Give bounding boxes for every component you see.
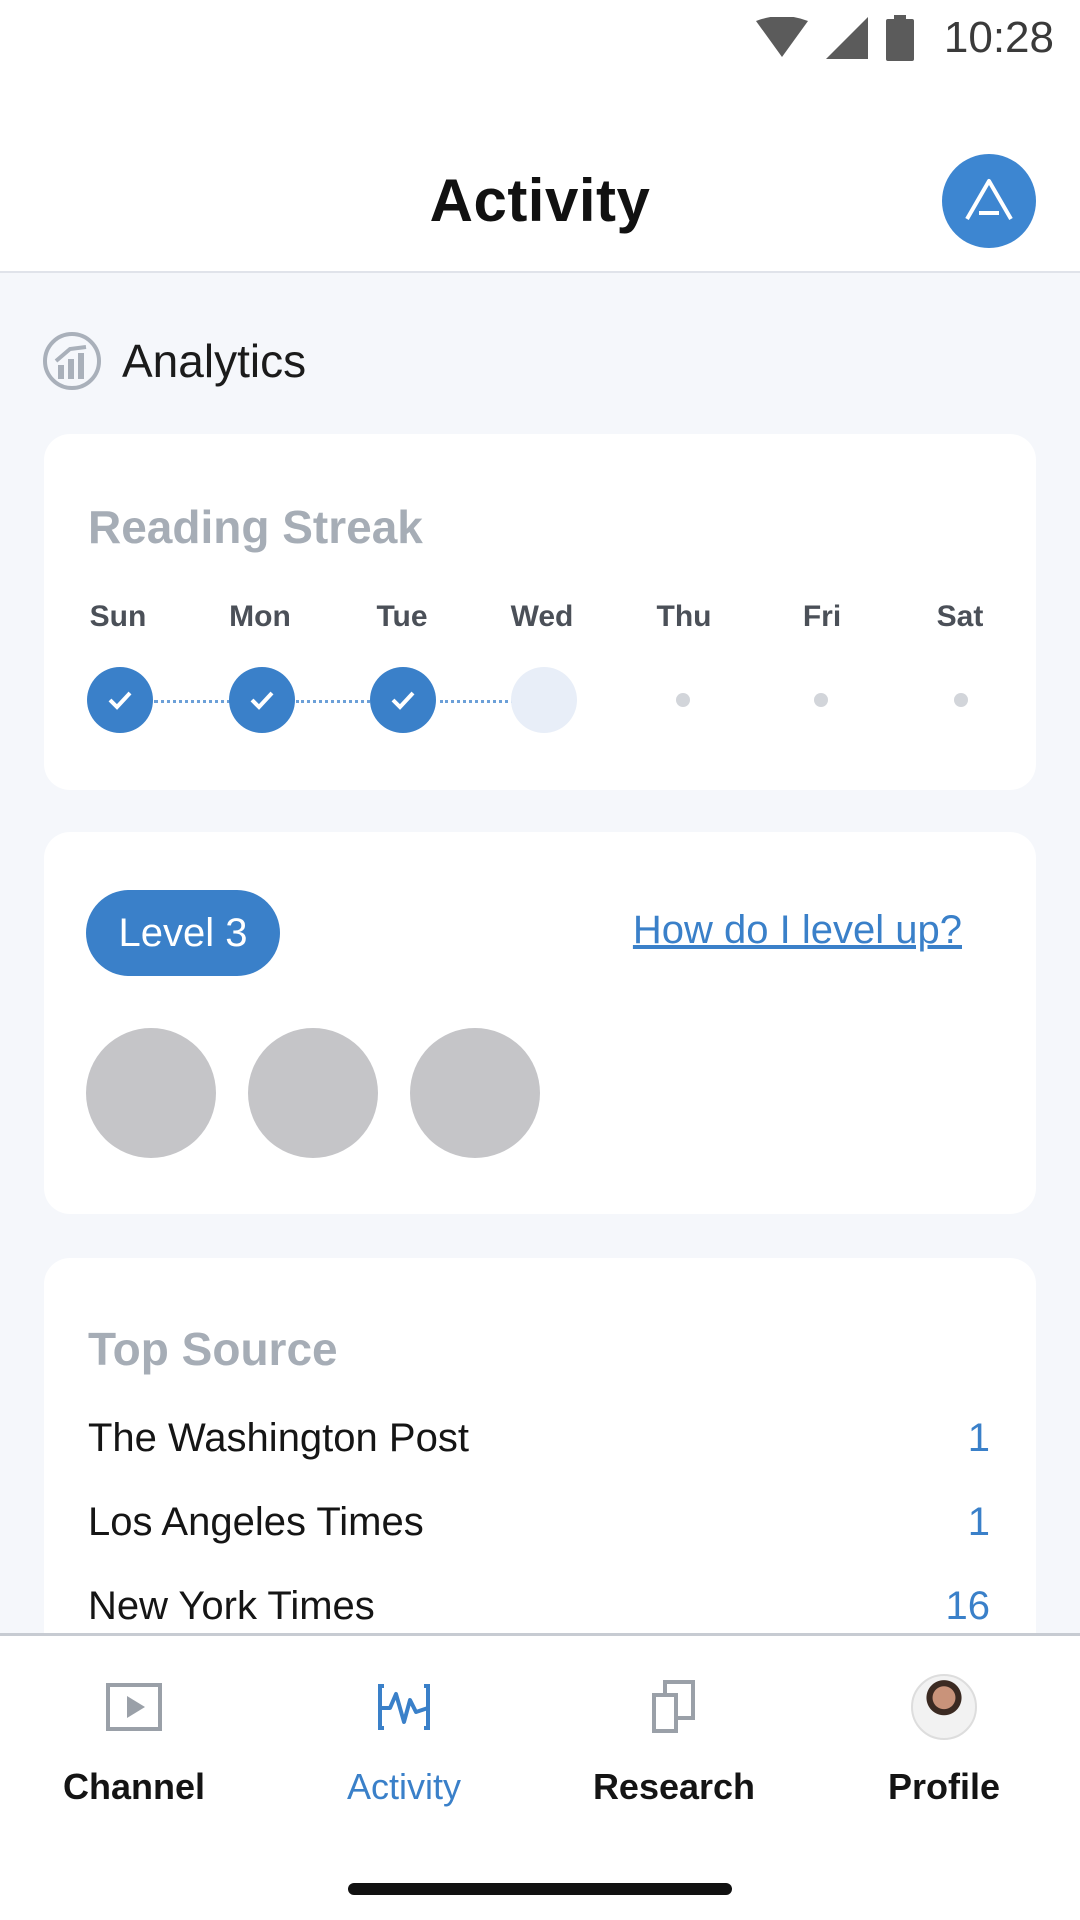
source-row[interactable]: The Washington Post 1 <box>88 1408 990 1468</box>
cellular-signal-icon <box>825 17 868 59</box>
bottom-nav: Channel Activity Research Profile <box>0 1633 1080 1920</box>
day-label-thu: Thu <box>656 600 712 633</box>
page-title: Activity <box>429 167 651 234</box>
app-logo-icon <box>965 179 1013 221</box>
source-row[interactable]: New York Times 16 <box>88 1576 990 1636</box>
nav-item-research[interactable]: Research <box>559 1672 789 1808</box>
status-icons: 10:28 <box>755 10 1054 66</box>
activity-icon <box>369 1672 439 1742</box>
day-label-tue: Tue <box>376 600 428 633</box>
analytics-icon <box>43 332 101 390</box>
nav-label-profile: Profile <box>887 1766 1001 1807</box>
streak-day-future-fri <box>814 693 828 707</box>
avatar <box>911 1674 977 1740</box>
check-icon <box>391 691 415 710</box>
source-count: 1 <box>967 1499 990 1544</box>
reading-streak-title: Reading Streak <box>88 501 423 553</box>
nav-item-profile[interactable]: Profile <box>829 1672 1059 1808</box>
level-card: Level 3 How do I level up? <box>44 832 1036 1214</box>
streak-day-done-sun <box>87 667 153 733</box>
streak-day-today-wed <box>511 667 577 733</box>
home-indicator[interactable] <box>348 1883 732 1895</box>
top-source-title: Top Source <box>88 1323 338 1375</box>
day-label-sun: Sun <box>89 600 147 633</box>
achievement-badge-placeholder[interactable] <box>410 1028 540 1158</box>
analytics-section-header: Analytics <box>42 326 306 396</box>
play-icon <box>99 1672 169 1742</box>
nav-label-research: Research <box>592 1766 756 1807</box>
day-label-wed: Wed <box>510 600 574 633</box>
app-header: Activity <box>0 76 1080 273</box>
streak-day-done-tue <box>370 667 436 733</box>
reading-streak-card: Reading Streak Sun Mon Tue Wed Thu Fri S… <box>44 434 1036 790</box>
day-label-sat: Sat <box>936 600 984 633</box>
nav-item-channel[interactable]: Channel <box>19 1672 249 1808</box>
source-count: 16 <box>945 1583 991 1628</box>
analytics-title: Analytics <box>122 335 307 387</box>
source-name: New York Times <box>88 1583 375 1628</box>
level-badge: Level 3 <box>86 890 280 976</box>
nav-item-activity[interactable]: Activity <box>289 1672 519 1808</box>
battery-icon <box>885 15 914 61</box>
day-label-fri: Fri <box>802 600 842 633</box>
status-bar: 10:28 <box>0 0 1080 76</box>
source-name: Los Angeles Times <box>88 1499 424 1544</box>
streak-days: Sun Mon Tue Wed Thu Fri Sat <box>44 600 1036 780</box>
wifi-icon <box>755 17 808 57</box>
source-count: 1 <box>967 1415 990 1460</box>
level-up-link[interactable]: How do I level up? <box>633 908 962 953</box>
status-time: 10:28 <box>943 13 1054 62</box>
source-row[interactable]: Los Angeles Times 1 <box>88 1492 990 1552</box>
nav-label-activity: Activity <box>346 1766 461 1807</box>
check-icon <box>108 691 132 710</box>
check-icon <box>250 691 274 710</box>
streak-day-future-sat <box>954 693 968 707</box>
day-label-mon: Mon <box>229 600 291 633</box>
achievement-badge-placeholder[interactable] <box>248 1028 378 1158</box>
streak-day-future-thu <box>676 693 690 707</box>
copy-icon <box>639 1672 709 1742</box>
profile-avatar <box>909 1672 979 1742</box>
achievement-badge-placeholder[interactable] <box>86 1028 216 1158</box>
top-source-card: Top Source The Washington Post 1 Los Ang… <box>44 1258 1036 1658</box>
source-name: The Washington Post <box>88 1415 469 1460</box>
streak-day-done-mon <box>229 667 295 733</box>
app-logo-button[interactable] <box>942 154 1036 248</box>
nav-label-channel: Channel <box>62 1766 205 1807</box>
